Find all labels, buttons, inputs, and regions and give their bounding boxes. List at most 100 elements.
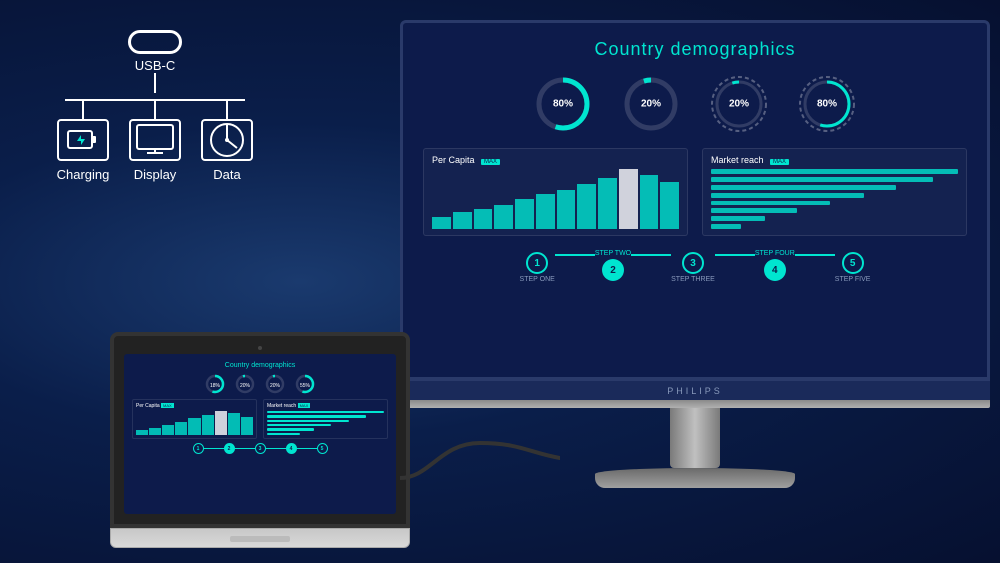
per-capita-chart: Per Capita MAX (423, 148, 688, 236)
hbar-7 (711, 216, 765, 221)
donut-2: 20% (621, 74, 681, 134)
market-reach-title: Market reach MAX (711, 155, 958, 165)
market-reach-bars (711, 169, 958, 229)
bar-2 (453, 212, 472, 229)
usbc-shape (128, 30, 182, 54)
monitor-neck (670, 408, 720, 468)
bar-4 (494, 205, 513, 229)
usbc-line-vertical (154, 73, 156, 93)
step-line-3 (715, 254, 755, 256)
mini-hbar-4 (267, 424, 331, 426)
mini-step-4: 4 (286, 443, 297, 454)
step-4: STEP FOUR 4 (755, 250, 795, 283)
mini-step-line-2 (235, 448, 255, 449)
step-4-top-label: STEP FOUR (755, 250, 795, 257)
bar-1 (432, 217, 451, 229)
mini-market-reach-title: Market reach MAX (267, 403, 384, 409)
svg-text:20%: 20% (270, 383, 281, 389)
bar-8 (577, 184, 596, 229)
bar-3 (474, 209, 493, 229)
step-3-circle: 3 (682, 252, 704, 274)
mini-step-1: 1 (193, 443, 204, 454)
mini-bar-6 (202, 415, 214, 435)
step-line-1 (555, 254, 595, 256)
step-5-label: STEP FIVE (835, 276, 871, 283)
mini-bar-8 (228, 413, 240, 435)
mini-donut-row: 18% 20% 20% (132, 373, 388, 395)
usbc-connector: USB-C (30, 30, 280, 93)
donut-4-label: 80% (817, 99, 837, 110)
mini-hbar-6 (267, 433, 300, 435)
donut-row: 80% 20% 20% (423, 74, 967, 134)
mini-charts-row: Per Capita MAX Market reach MAX (132, 399, 388, 439)
svg-text:18%: 18% (210, 383, 221, 389)
mini-donut-2: 20% (234, 373, 256, 395)
bar-10 (619, 169, 638, 229)
monitor-base (595, 468, 795, 488)
hbar-8 (711, 224, 741, 229)
philips-brand: PHILIPS (667, 386, 723, 396)
mini-donut-3: 20% (264, 373, 286, 395)
usbc-diagram: USB-C Charging (30, 30, 280, 182)
donut-2-label: 20% (641, 99, 661, 110)
charging-icon (57, 119, 109, 161)
branch-line-display (154, 99, 156, 119)
mini-step-line-3 (266, 448, 286, 449)
mini-step-4-circle: 4 (286, 443, 297, 454)
donut-1: 80% (533, 74, 593, 134)
usbc-label: USB-C (135, 58, 175, 73)
mini-step-5: 5 (317, 443, 328, 454)
mini-per-capita: Per Capita MAX (132, 399, 257, 439)
laptop-screen-content: Country demographics 18% 20% (124, 354, 396, 514)
data-icon (201, 119, 253, 161)
mini-market-reach: Market reach MAX (263, 399, 388, 439)
mini-hbar-3 (267, 420, 349, 422)
mini-bar-3 (162, 425, 174, 435)
mini-step-3-circle: 3 (255, 443, 266, 454)
step-5: 5 STEP FIVE (835, 250, 871, 283)
data-label: Data (213, 167, 240, 182)
mini-step-line-4 (297, 448, 317, 449)
branch-charging: Charging (47, 99, 119, 182)
step-1-label: STEP ONE (520, 276, 555, 283)
monitor-container: Country demographics 80% 20% (400, 20, 990, 488)
bar-12 (660, 182, 679, 229)
steps-row: 1 STEP ONE STEP TWO 2 3 STEP THREE STEP … (423, 250, 967, 283)
mini-steps-row: 1 2 3 4 5 (132, 443, 388, 454)
mini-bar-5 (188, 418, 200, 435)
step-1-circle: 1 (526, 252, 548, 274)
branch-data: Data (191, 99, 263, 182)
usbc-branch: Charging Display (45, 99, 265, 182)
donut-3: 20% (709, 74, 769, 134)
mini-dash-title: Country demographics (132, 362, 388, 369)
market-reach-max: MAX (770, 159, 789, 165)
hbar-1 (711, 169, 958, 174)
monitor-screen: Country demographics 80% 20% (400, 20, 990, 380)
step-2-circle: 2 (602, 259, 624, 281)
hbar-2 (711, 177, 933, 182)
bar-11 (640, 175, 659, 229)
mini-step-3: 3 (255, 443, 266, 454)
bar-5 (515, 199, 534, 229)
laptop-camera (258, 346, 262, 350)
mini-donut-4: 55% (294, 373, 316, 395)
step-3-label: STEP THREE (671, 276, 715, 283)
step-line-2 (631, 254, 671, 256)
mini-per-capita-title: Per Capita MAX (136, 403, 253, 409)
mini-bar-2 (149, 428, 161, 435)
hbar-5 (711, 201, 830, 206)
mini-step-line-1 (204, 448, 224, 449)
bar-6 (536, 194, 555, 229)
mini-step-2-circle: 2 (224, 443, 235, 454)
branch-display: Display (119, 99, 191, 182)
step-1: 1 STEP ONE (520, 250, 555, 283)
per-capita-bars (432, 169, 679, 229)
mini-hbars (267, 411, 384, 435)
step-5-circle: 5 (842, 252, 864, 274)
mini-step-5-circle: 5 (317, 443, 328, 454)
per-capita-max: MAX (481, 159, 500, 165)
per-capita-title: Per Capita MAX (432, 155, 679, 165)
laptop-keyboard (110, 528, 410, 548)
bar-9 (598, 178, 617, 229)
step-4-circle: 4 (764, 259, 786, 281)
